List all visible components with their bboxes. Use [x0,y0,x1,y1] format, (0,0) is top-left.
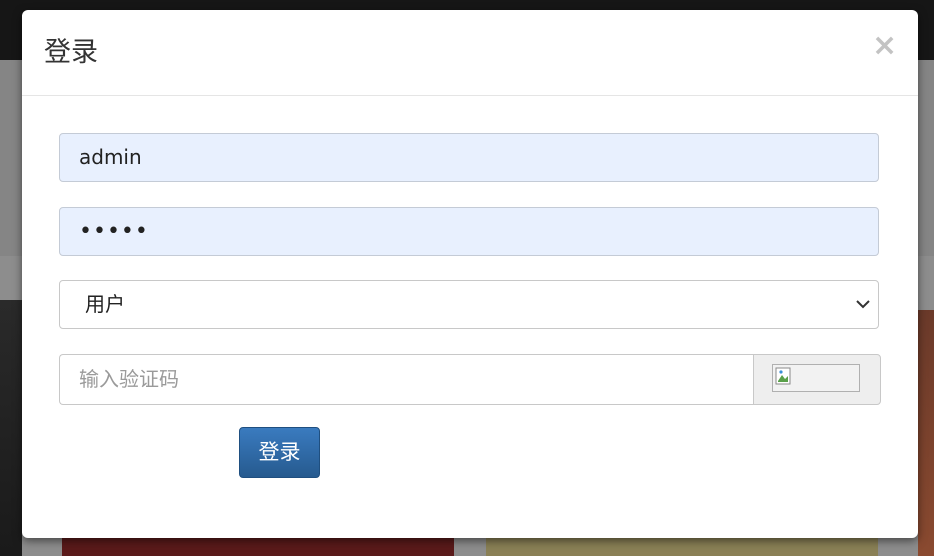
modal-title: 登录 [44,37,98,68]
broken-image-icon [775,367,791,385]
chevron-down-icon [856,300,870,309]
background-image-bottom-left [62,538,454,556]
role-select-value: 用户 [85,292,125,316]
captcha-group: 输入验证码 [59,354,881,405]
background-image-bottom-right [486,538,878,556]
modal-header: 登录 × [22,10,918,96]
password-input[interactable]: ••••• [59,207,879,256]
login-modal: 登录 × admin ••••• 用户 输入验证码 登录 [22,10,918,538]
captcha-addon [753,354,881,405]
role-select[interactable]: 用户 [59,280,879,329]
username-input[interactable]: admin [59,133,879,182]
background-image-right [918,310,934,556]
captcha-image[interactable] [772,364,860,392]
login-button[interactable]: 登录 [239,427,320,478]
close-icon[interactable]: × [872,31,897,61]
background-image-left [0,300,22,556]
captcha-input[interactable]: 输入验证码 [59,354,754,405]
